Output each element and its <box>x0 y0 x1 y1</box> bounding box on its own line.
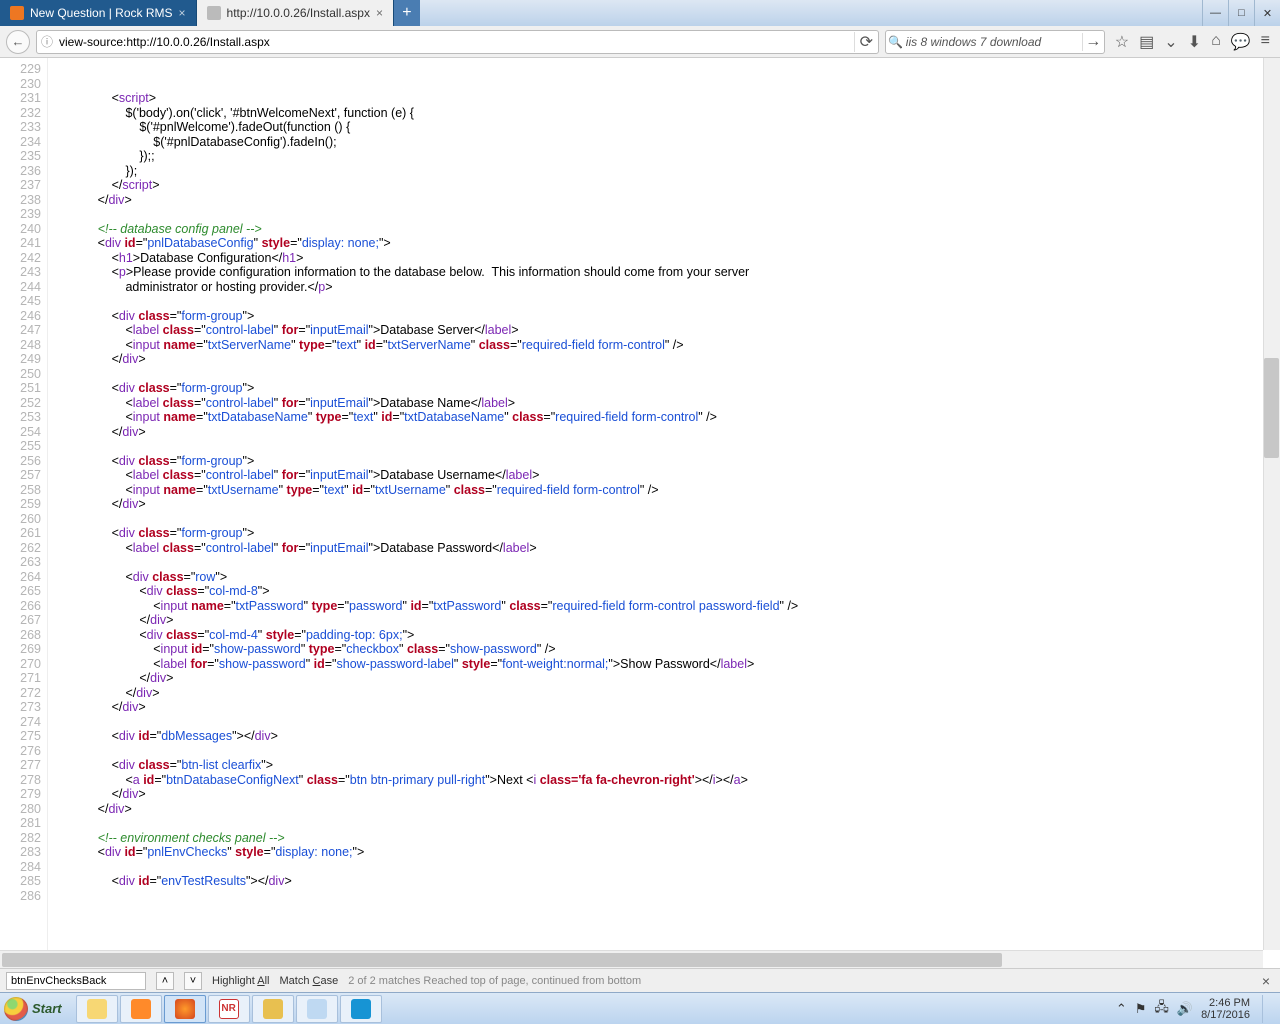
vertical-scroll-thumb[interactable] <box>1264 358 1279 458</box>
chat-icon[interactable]: 💬 <box>1231 32 1251 52</box>
firefox-icon <box>175 999 195 1019</box>
teamviewer-icon <box>351 999 371 1019</box>
back-button[interactable]: ← <box>6 30 30 54</box>
find-bar: ˄ ˅ Highlight All Match Case 2 of 2 matc… <box>0 968 1280 992</box>
vertical-scrollbar[interactable] <box>1263 58 1280 950</box>
menu-icon[interactable]: ≡ <box>1261 32 1270 52</box>
favicon-icon <box>10 6 24 20</box>
find-input[interactable] <box>6 972 146 990</box>
window-minimize-button[interactable]: — <box>1202 0 1228 26</box>
show-desktop-button[interactable] <box>1262 995 1274 1023</box>
downloads-icon[interactable]: ⬇ <box>1188 32 1201 52</box>
nr-icon: NR <box>219 999 239 1019</box>
tab-title: New Question | Rock RMS <box>30 6 173 20</box>
horizontal-scroll-thumb[interactable] <box>2 953 1002 967</box>
taskbar-app-7zip[interactable] <box>252 995 294 1023</box>
browser-navbar: ← ⓘ ⟳ 🔍 → ☆ ▤ ⌄ ⬇ ⌂ 💬 ≡ <box>0 26 1280 58</box>
identity-icon[interactable]: ⓘ <box>37 33 57 50</box>
find-close-button[interactable]: × <box>1258 973 1274 989</box>
tray-network-icon[interactable]: 🖧 <box>1154 998 1169 1020</box>
tab-title: http://10.0.0.26/Install.aspx <box>227 6 370 20</box>
taskbar-app-tool[interactable] <box>296 995 338 1023</box>
taskbar-app-nr[interactable]: NR <box>208 995 250 1023</box>
search-input[interactable] <box>906 35 1082 49</box>
view-source-area: 229 230 231 232 233 234 235 236 237 238 … <box>0 58 1280 968</box>
taskbar-app-media[interactable] <box>120 995 162 1023</box>
tray-expand-icon[interactable]: ⌃ <box>1116 1001 1127 1017</box>
folder-icon <box>87 999 107 1019</box>
tray-flag-icon[interactable]: ⚑ <box>1135 1001 1147 1017</box>
taskbar-app-teamviewer[interactable] <box>340 995 382 1023</box>
tab-close-icon[interactable]: × <box>376 6 383 20</box>
start-label: Start <box>32 1001 62 1016</box>
tab-inactive[interactable]: New Question | Rock RMS × <box>0 0 197 26</box>
windows-orb-icon <box>4 997 28 1021</box>
reload-button[interactable]: ⟳ <box>854 32 878 52</box>
find-highlight-all[interactable]: Highlight All <box>212 975 270 987</box>
tray-time: 2:46 PM <box>1201 997 1250 1009</box>
search-go-button[interactable]: → <box>1082 33 1104 51</box>
find-status: 2 of 2 matches Reached top of page, cont… <box>348 975 641 987</box>
favicon-icon <box>207 6 221 20</box>
url-input[interactable] <box>57 35 854 49</box>
window-maximize-button[interactable]: □ <box>1228 0 1254 26</box>
url-box[interactable]: ⓘ ⟳ <box>36 30 879 54</box>
tray-clock[interactable]: 2:46 PM 8/17/2016 <box>1201 997 1250 1021</box>
horizontal-scrollbar[interactable] <box>0 950 1263 968</box>
toolbar-icons: ☆ ▤ ⌄ ⬇ ⌂ 💬 ≡ <box>1111 32 1274 52</box>
tab-close-icon[interactable]: × <box>179 6 186 20</box>
start-button[interactable]: Start <box>0 993 72 1024</box>
taskbar-app-explorer[interactable] <box>76 995 118 1023</box>
pocket-icon[interactable]: ⌄ <box>1164 32 1177 52</box>
taskbar-apps: NR <box>72 995 386 1023</box>
tray-volume-icon[interactable]: 🔊 <box>1177 1001 1193 1017</box>
find-prev-button[interactable]: ˄ <box>156 972 174 990</box>
find-next-button[interactable]: ˅ <box>184 972 202 990</box>
search-icon: 🔍 <box>886 35 906 49</box>
library-icon[interactable]: ▤ <box>1139 32 1154 52</box>
sevenzip-icon <box>263 999 283 1019</box>
system-tray: ⌃ ⚑ 🖧 🔊 2:46 PM 8/17/2016 <box>1110 995 1280 1023</box>
tray-date: 8/17/2016 <box>1201 1009 1250 1021</box>
bookmark-star-icon[interactable]: ☆ <box>1115 32 1129 52</box>
new-tab-button[interactable]: + <box>394 0 420 26</box>
home-icon[interactable]: ⌂ <box>1211 32 1221 52</box>
line-number-gutter: 229 230 231 232 233 234 235 236 237 238 … <box>0 58 48 968</box>
find-match-case[interactable]: Match Case <box>280 975 339 987</box>
browser-tabstrip: New Question | Rock RMS × http://10.0.0.… <box>0 0 1280 26</box>
search-box[interactable]: 🔍 → <box>885 30 1105 54</box>
window-close-button[interactable]: ✕ <box>1254 0 1280 26</box>
tab-active[interactable]: http://10.0.0.26/Install.aspx × <box>197 0 394 26</box>
tool-icon <box>307 999 327 1019</box>
source-code[interactable]: <script> $('body').on('click', '#btnWelc… <box>48 58 1280 968</box>
media-icon <box>131 999 151 1019</box>
windows-taskbar: Start NR ⌃ ⚑ 🖧 🔊 2:46 PM 8/17/2016 <box>0 992 1280 1024</box>
taskbar-app-firefox[interactable] <box>164 995 206 1023</box>
